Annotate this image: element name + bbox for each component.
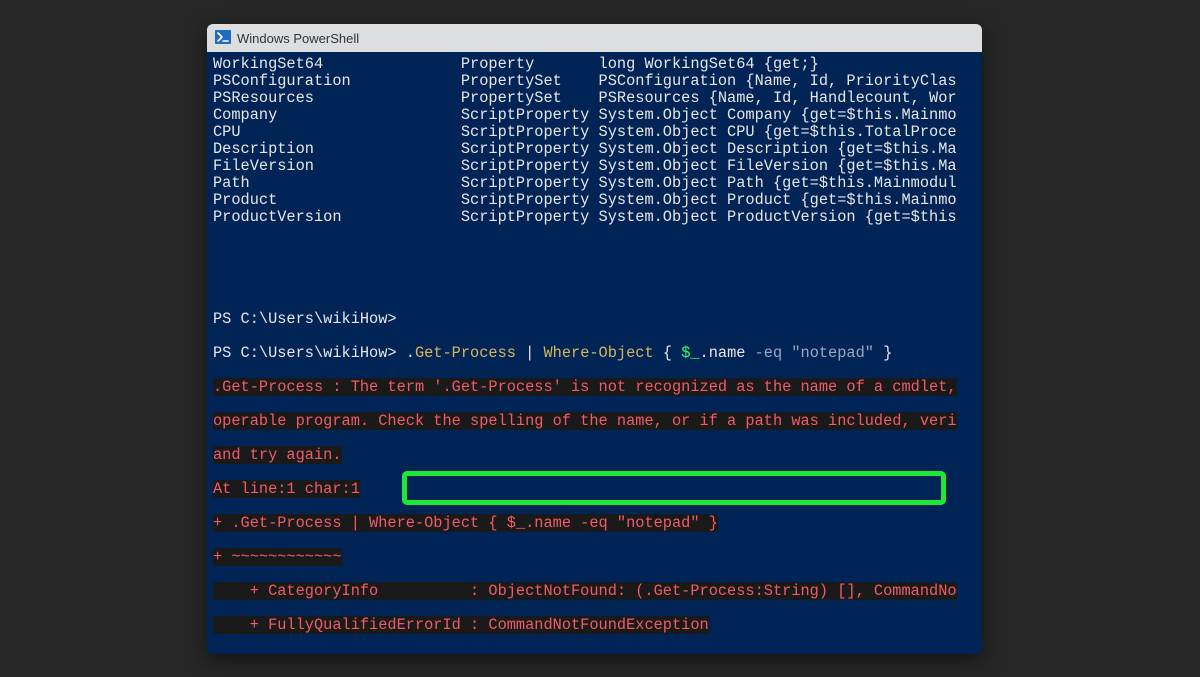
error-line: + .Get-Process | Where-Object { $_.name …: [213, 515, 976, 532]
error-line: operable program. Check the spelling of …: [213, 413, 976, 430]
member-row: Path ScriptProperty System.Object Path {…: [213, 175, 976, 192]
window-title: Windows PowerShell: [237, 31, 359, 46]
error-line: + CategoryInfo : ObjectNotFound: (.Get-P…: [213, 583, 976, 600]
member-row: Description ScriptProperty System.Object…: [213, 141, 976, 158]
member-row: PSConfiguration PropertySet PSConfigurat…: [213, 73, 976, 90]
powershell-icon: [215, 29, 231, 48]
member-row: FileVersion ScriptProperty System.Object…: [213, 158, 976, 175]
error-line: + FullyQualifiedErrorId : CommandNotFoun…: [213, 617, 976, 634]
error-line: + ~~~~~~~~~~~~: [213, 549, 976, 566]
error-line: At line:1 char:1: [213, 481, 976, 498]
member-listing: WorkingSet64 Property long WorkingSet64 …: [213, 56, 976, 226]
error-line: .Get-Process : The term '.Get-Process' i…: [213, 379, 976, 396]
powershell-window: Windows PowerShell WorkingSet64 Property…: [207, 24, 982, 654]
error-line: and try again.: [213, 447, 976, 464]
member-row: ProductVersion ScriptProperty System.Obj…: [213, 209, 976, 226]
member-row: Company ScriptProperty System.Object Com…: [213, 107, 976, 124]
member-row: PSResources PropertySet PSResources {Nam…: [213, 90, 976, 107]
member-row: Product ScriptProperty System.Object Pro…: [213, 192, 976, 209]
prompt-line-bad-cmd: PS C:\Users\wikiHow> .Get-Process | Wher…: [213, 345, 976, 362]
blank-line: [213, 243, 976, 260]
member-row: WorkingSet64 Property long WorkingSet64 …: [213, 56, 976, 73]
console-output[interactable]: WorkingSet64 Property long WorkingSet64 …: [207, 52, 982, 654]
blank-line: [213, 651, 976, 654]
titlebar[interactable]: Windows PowerShell: [207, 24, 982, 52]
prompt-line-empty: PS C:\Users\wikiHow>: [213, 311, 976, 328]
member-row: CPU ScriptProperty System.Object CPU {ge…: [213, 124, 976, 141]
blank-line: [213, 277, 976, 294]
